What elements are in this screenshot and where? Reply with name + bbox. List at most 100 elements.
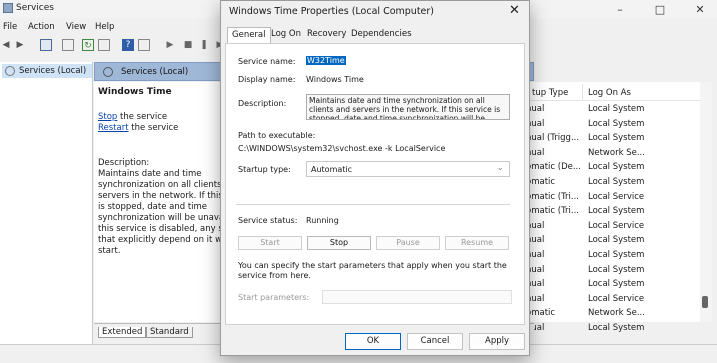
log-on-as-cell: Network Se... [588, 147, 645, 158]
service-name-value[interactable]: W32Time [306, 56, 346, 65]
restart-service-line: Restart the service [98, 123, 178, 133]
description-line: synchronization will be unavai [98, 213, 227, 223]
startup-type-select[interactable]: Automatic ⌄ [306, 161, 510, 177]
restart-service-suffix: the service [128, 123, 179, 133]
maximize-icon[interactable]: □ [644, 0, 676, 18]
start-parameters-input[interactable] [322, 290, 512, 304]
table-row[interactable]: nual Local System [526, 277, 704, 291]
service-name-label: Service name: [238, 57, 296, 66]
table-row[interactable]: omatic Network Se... [526, 306, 704, 320]
table-row[interactable]: nual Local Service [526, 219, 704, 233]
start-service-icon[interactable]: ▶ [164, 39, 176, 51]
service-status-label: Service status: [238, 216, 298, 225]
description-line: that explicitly depend on it wil [98, 235, 227, 245]
menu-view[interactable]: View [66, 22, 86, 32]
menu-file[interactable]: File [3, 22, 17, 32]
log-on-as-cell: Local System [588, 133, 645, 144]
log-on-as-cell: Local System [588, 250, 645, 260]
toolbar: ◀ ▶ ↻ ? ▶ ■ ❚ ▶ [0, 35, 230, 57]
log-on-as-cell: Network Se... [588, 308, 645, 319]
startup-type-cell: nual (Trigg... [526, 133, 580, 144]
refresh-icon[interactable]: ↻ [82, 39, 94, 51]
tree-item-label: Services (Local) [19, 66, 87, 76]
display-name-label: Display name: [238, 75, 296, 84]
tab-dependencies[interactable]: Dependencies [351, 29, 412, 39]
description-label: Description: [98, 158, 150, 168]
help-icon[interactable]: ? [122, 39, 134, 51]
apply-button[interactable]: Apply [469, 333, 525, 350]
log-on-as-cell: Local System [588, 177, 645, 187]
vertical-scrollbar[interactable] [700, 82, 712, 322]
table-row[interactable]: nual Local System [526, 263, 704, 277]
properties-icon[interactable] [62, 39, 74, 51]
tree-item-services-local[interactable]: Services (Local) [2, 64, 92, 78]
divider [236, 204, 510, 205]
stop-service-line: Stop the service [98, 112, 167, 122]
dialog-title: Windows Time Properties (Local Computer) [229, 6, 435, 17]
table-row[interactable]: nual Local System [526, 102, 704, 116]
description-text: Maintains date and time synchronization … [98, 169, 232, 257]
display-name-value[interactable]: Windows Time [306, 75, 364, 84]
startup-type-cell: omatic [526, 308, 556, 319]
stop-service-link[interactable]: Stop [98, 112, 117, 122]
close-icon[interactable]: ✕ [509, 3, 520, 18]
tab-standard[interactable]: Standard [146, 327, 193, 338]
restart-service-link[interactable]: Restart [98, 123, 129, 133]
back-arrow-icon[interactable]: ◀ [0, 39, 12, 51]
table-row[interactable]: nual Local System [526, 321, 704, 335]
close-icon[interactable]: ✕ [684, 0, 716, 18]
ok-button[interactable]: OK [345, 333, 401, 350]
description-box[interactable]: Maintains date and time synchronization … [306, 94, 510, 120]
table-row[interactable]: omatic (De... Local System [526, 160, 704, 174]
menu-action[interactable]: Action [28, 22, 55, 32]
table-row[interactable]: nual Local System [526, 117, 704, 131]
cancel-button[interactable]: Cancel [407, 333, 463, 350]
start-parameters-hint: You can specify the start parameters tha… [238, 261, 507, 280]
menu-help[interactable]: Help [95, 22, 114, 32]
tab-recovery[interactable]: Recovery [307, 29, 346, 39]
pause-service-icon[interactable]: ❚ [198, 39, 210, 51]
description-line: synchronization on all clients a [98, 180, 230, 190]
startup-type-cell: omatic (Tri... [526, 191, 579, 202]
table-row[interactable]: nual (Trigg... Local System [526, 131, 704, 145]
minimize-icon[interactable]: – [604, 0, 636, 18]
scrollbar-thumb[interactable] [702, 296, 708, 308]
dialog-tabs: General Log On Recovery Dependencies [225, 27, 525, 43]
startup-type-value: Automatic [311, 165, 353, 174]
column-divider[interactable] [582, 84, 583, 100]
properties-dialog: Windows Time Properties (Local Computer)… [220, 0, 530, 356]
chevron-down-icon: ⌄ [496, 163, 504, 173]
list-header: tup Type Log On As [526, 84, 704, 101]
log-on-as-cell: Local System [588, 118, 645, 129]
tab-log-on[interactable]: Log On [271, 29, 301, 39]
stop-service-icon[interactable]: ■ [182, 39, 194, 51]
stop-button[interactable]: Stop [307, 236, 371, 250]
table-row[interactable]: nual Local System [526, 248, 704, 262]
tab-general[interactable]: General [227, 27, 271, 43]
log-on-as-cell: Local Service [588, 293, 645, 304]
show-hide-icon[interactable] [138, 39, 150, 51]
table-row[interactable]: omatic (Tri... Local System [526, 204, 704, 218]
path-value[interactable]: C:\WINDOWS\system32\svchost.exe -k Local… [238, 144, 445, 153]
log-on-as-cell: Local Service [588, 191, 645, 202]
table-row[interactable]: omatic Local System [526, 175, 704, 189]
startup-type-cell: omatic (Tri... [526, 206, 579, 217]
tab-extended[interactable]: Extended [98, 327, 147, 338]
panel-header-title: Services (Local) [121, 67, 189, 77]
forward-arrow-icon[interactable]: ▶ [14, 39, 26, 51]
table-row[interactable]: nual Local System [526, 233, 704, 247]
table-row[interactable]: nual Network Se... [526, 146, 704, 160]
export-list-icon[interactable] [98, 39, 110, 51]
column-startup-type[interactable]: tup Type [532, 88, 568, 98]
pause-button[interactable]: Pause [376, 236, 440, 250]
console-tree-icon[interactable] [40, 39, 52, 51]
table-row[interactable]: nual Local Service [526, 292, 704, 306]
log-on-as-cell: Local System [588, 235, 645, 246]
resume-button[interactable]: Resume [445, 236, 509, 250]
start-parameters-label: Start parameters: [238, 293, 310, 302]
start-button[interactable]: Start [238, 236, 302, 250]
table-row[interactable]: omatic (Tri... Local Service [526, 190, 704, 204]
log-on-as-cell: Local System [588, 206, 645, 217]
service-description-pane: Windows Time Stop the service Restart th… [94, 82, 232, 322]
column-log-on-as[interactable]: Log On As [588, 88, 631, 98]
